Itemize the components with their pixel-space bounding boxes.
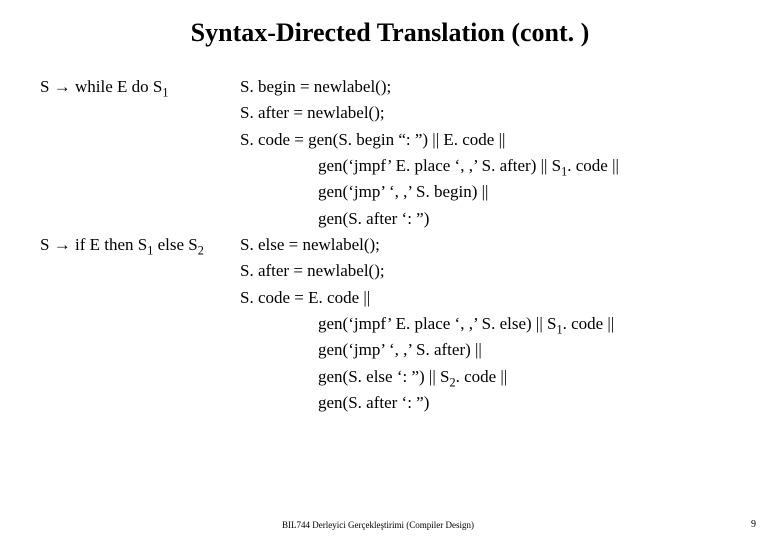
slide: Syntax-Directed Translation (cont. ) S →… [0,0,780,540]
footer: BIL744 Derleyici Gerçekleştirimi (Compil… [0,520,780,530]
prod-while-sub: 1 [162,85,168,99]
while-indent-1: gen(‘jmpf’ E. place ‘, ,’ S. after) || S… [240,153,740,179]
if-indent-2: gen(‘jmp’ ‘, ,’ S. after) || [240,337,740,363]
if-suba-pre: gen(‘jmpf’ E. place ‘, ,’ S. else) || S [318,314,556,333]
footer-page-number: 9 [751,519,756,530]
arrow-icon: → [54,235,71,254]
while-line-1: S. begin = newlabel(); [240,74,740,100]
productions-column: S → while E do S1 S → if E then S 1 else … [40,74,240,416]
if-indent-3: gen(S. else ‘: ”) || S2. code || [240,364,740,390]
if-line-3: S. code = E. code || [240,285,740,311]
content-area: S → while E do S1 S → if E then S 1 else … [40,74,740,416]
while-sub-pre: gen(‘jmpf’ E. place ‘, ,’ S. after) || S [318,156,561,175]
footer-course: BIL744 Derleyici Gerçekleştirimi (Compil… [282,520,474,530]
if-suba-post: . code || [563,314,615,333]
if-indent-4: gen(S. after ‘: ”) [240,390,740,416]
prod-if-pre: S [40,235,54,254]
while-indent-2: gen(‘jmp’ ‘, ,’ S. begin) || [240,179,740,205]
arrow-icon: → [54,77,71,96]
while-indent-3: gen(S. after ‘: ”) [240,206,740,232]
prod-while-pre: S [40,77,54,96]
prod-while-post: while E do S [71,77,163,96]
production-ifelse: S → if E then S1 else S2 [40,232,240,258]
production-while: S → while E do S1 [40,74,240,100]
while-line-2: S. after = newlabel(); [240,100,740,126]
if-line-2: S. after = newlabel(); [240,258,740,284]
if-subb-pre: gen(S. else ‘: ”) || S [318,367,449,386]
semantics-column: S. begin = newlabel(); S. after = newlab… [240,74,740,416]
prod-if-mid1: if E then S [71,235,148,254]
while-line-3: S. code = gen(S. begin “: ”) || E. code … [240,127,740,153]
prod-spacer [40,100,240,232]
slide-title: Syntax-Directed Translation (cont. ) [40,18,740,48]
if-subb-post: . code || [456,367,508,386]
if-indent-1: gen(‘jmpf’ E. place ‘, ,’ S. else) || S1… [240,311,740,337]
prod-if-sub2: 2 [198,243,204,257]
while-sub-post: . code || [567,156,619,175]
if-line-1: S. else = newlabel(); [240,232,740,258]
prod-if-mid2: else S [153,235,197,254]
